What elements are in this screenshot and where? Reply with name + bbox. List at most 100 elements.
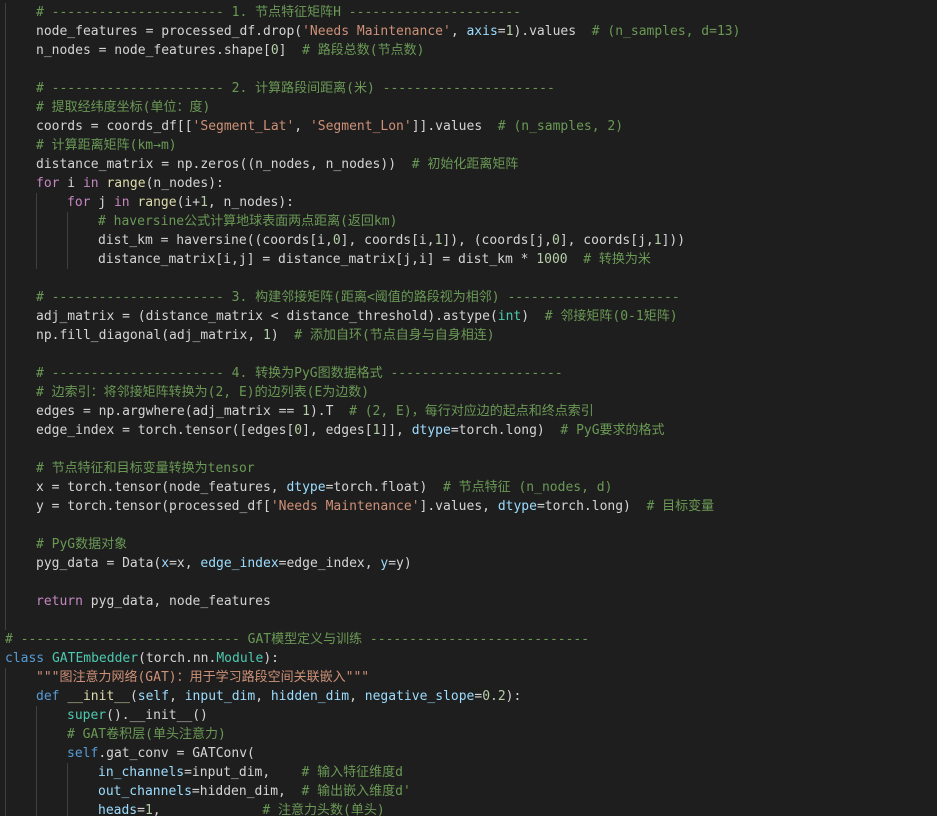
code-line[interactable]: edge_index = torch.tensor([edges[0], edg… bbox=[0, 421, 937, 440]
indent-guide bbox=[5, 725, 6, 744]
code-text: pyg_data = Data(x=x, edge_index=edge_ind… bbox=[36, 556, 412, 571]
indent-guide bbox=[67, 231, 68, 250]
code-line[interactable]: for j in range(i+1, n_nodes): bbox=[0, 193, 937, 212]
code-line[interactable]: in_channels=input_dim, # 输入特征维度d bbox=[0, 763, 937, 782]
code-token: pyg_data = Data( bbox=[36, 556, 162, 571]
code-line[interactable]: edges = np.argwhere(adj_matrix == 1).T #… bbox=[0, 402, 937, 421]
code-token: , bbox=[349, 689, 365, 704]
code-line[interactable]: def __init__(self, input_dim, hidden_dim… bbox=[0, 687, 937, 706]
code-line[interactable]: for i in range(n_nodes): bbox=[0, 174, 937, 193]
code-token: x = torch.tensor(node_features, bbox=[36, 480, 287, 495]
code-token: , bbox=[450, 24, 467, 39]
code-line[interactable]: out_channels=hidden_dim, # 输出嵌入维度d' bbox=[0, 782, 937, 801]
indent-guide bbox=[5, 231, 6, 250]
code-line[interactable]: """图注意力网络(GAT)：用于学习路段空间关联嵌入""" bbox=[0, 668, 937, 687]
indent-guide bbox=[5, 497, 6, 516]
code-token: = bbox=[474, 689, 483, 704]
code-token: 'Segment_Lon' bbox=[309, 119, 412, 134]
code-line[interactable] bbox=[0, 573, 937, 592]
code-line[interactable]: return pyg_data, node_features bbox=[0, 592, 937, 611]
code-line[interactable] bbox=[0, 516, 937, 535]
code-line[interactable]: coords = coords_df[['Segment_Lat', 'Segm… bbox=[0, 117, 937, 136]
indent-guide bbox=[5, 136, 6, 155]
code-line[interactable]: distance_matrix = np.zeros((n_nodes, n_n… bbox=[0, 155, 937, 174]
code-token: # 邻接矩阵(0-1矩阵) bbox=[544, 309, 678, 324]
code-line[interactable]: node_features = processed_df.drop('Needs… bbox=[0, 22, 937, 41]
code-line[interactable]: self.gat_conv = GATConv( bbox=[0, 744, 937, 763]
code-text: # GAT卷积层(单头注意力) bbox=[67, 727, 226, 742]
code-line[interactable]: adj_matrix = (distance_matrix < distance… bbox=[0, 307, 937, 326]
code-token: GATEmbedder bbox=[51, 651, 139, 666]
code-editor[interactable]: # ---------------------- 1. 节点特征矩阵H ----… bbox=[0, 0, 937, 816]
code-line[interactable]: # 节点特征和目标变量转换为tensor bbox=[0, 459, 937, 478]
code-line[interactable]: # ---------------------- 2. 计算路段间距离(米) -… bbox=[0, 79, 937, 98]
code-line[interactable]: y = torch.tensor(processed_df['Needs Mai… bbox=[0, 497, 937, 516]
code-line[interactable]: heads=1, # 注意力头数(单头) bbox=[0, 801, 937, 816]
code-token: heads bbox=[98, 803, 138, 816]
code-text: # PyG数据对象 bbox=[36, 537, 127, 552]
indent-guide bbox=[5, 60, 6, 79]
indent-guide bbox=[5, 668, 6, 687]
code-text: in_channels=input_dim, # 输入特征维度d bbox=[98, 765, 403, 780]
code-token: , n_nodes): bbox=[207, 195, 294, 210]
code-line[interactable]: class GATEmbedder(torch.nn.Module): bbox=[0, 649, 937, 668]
code-line[interactable] bbox=[0, 60, 937, 79]
code-token: distance_matrix[i,j] = distance_matrix[j… bbox=[98, 252, 537, 267]
code-line[interactable] bbox=[0, 611, 937, 630]
indent-guide bbox=[67, 250, 68, 269]
code-token: ).values bbox=[513, 24, 592, 39]
code-line[interactable]: # 计算距离矩阵(km→m) bbox=[0, 136, 937, 155]
indent-guide bbox=[36, 250, 37, 269]
code-line[interactable]: n_nodes = node_features.shape[0] # 路段总数(… bbox=[0, 41, 937, 60]
code-token: # 添加自环(节点自身与自身相连) bbox=[294, 328, 495, 343]
code-line[interactable] bbox=[0, 440, 937, 459]
code-token: # (n_samples, 2) bbox=[497, 119, 624, 134]
code-token: 0 bbox=[332, 233, 341, 248]
code-token: for bbox=[36, 176, 60, 191]
code-token: , bbox=[152, 803, 263, 816]
code-token: distance_matrix = np.zeros(( bbox=[36, 157, 256, 172]
code-token: =x, bbox=[169, 556, 201, 571]
code-token: ], edges[ bbox=[302, 423, 373, 438]
code-line[interactable]: super().__init__() bbox=[0, 706, 937, 725]
code-line[interactable] bbox=[0, 269, 937, 288]
indent-guide bbox=[5, 212, 6, 231]
code-token: j bbox=[90, 195, 114, 210]
code-token: negative_slope bbox=[364, 689, 475, 704]
indent-guide bbox=[5, 269, 6, 288]
code-token: dtype bbox=[286, 480, 326, 495]
indent-guide bbox=[67, 782, 68, 801]
code-token: 1 bbox=[200, 195, 208, 210]
code-line[interactable]: # 提取经纬度坐标(单位：度) bbox=[0, 98, 937, 117]
indent-guide bbox=[5, 79, 6, 98]
code-token: self bbox=[137, 689, 170, 704]
code-token: int bbox=[497, 309, 522, 324]
code-token: # 节点特征 (n_nodes, d) bbox=[443, 480, 613, 495]
code-line[interactable]: # PyG数据对象 bbox=[0, 535, 937, 554]
code-line[interactable]: # GAT卷积层(单头注意力) bbox=[0, 725, 937, 744]
code-line[interactable]: pyg_data = Data(x=x, edge_index=edge_ind… bbox=[0, 554, 937, 573]
indent-guide bbox=[36, 763, 37, 782]
code-token: pyg_data, node_features bbox=[82, 594, 271, 609]
indent-guide bbox=[36, 212, 37, 231]
code-token: coords[i, bbox=[262, 233, 333, 248]
code-line[interactable]: # ---------------------------- GAT模型定义与训… bbox=[0, 630, 937, 649]
code-line[interactable]: distance_matrix[i,j] = distance_matrix[j… bbox=[0, 250, 937, 269]
code-token: """图注意力网络(GAT)：用于学习路段空间关联嵌入""" bbox=[36, 670, 370, 685]
code-line[interactable]: # ---------------------- 4. 转换为PyG图数据格式 … bbox=[0, 364, 937, 383]
code-line[interactable]: # ---------------------- 1. 节点特征矩阵H ----… bbox=[0, 3, 937, 22]
code-token: hidden_dim bbox=[270, 689, 350, 704]
code-token: # 输入特征维度d bbox=[301, 765, 403, 780]
code-token: node_features = processed_df.drop( bbox=[36, 24, 303, 39]
code-line[interactable]: np.fill_diagonal(adj_matrix, 1) # 添加自环(节… bbox=[0, 326, 937, 345]
code-line[interactable]: # ---------------------- 3. 构建邻接矩阵(距离<阈值… bbox=[0, 288, 937, 307]
indent-guide bbox=[5, 687, 6, 706]
code-token: n_nodes = node_features.shape[ bbox=[36, 43, 271, 58]
code-line[interactable]: # haversine公式计算地球表面两点距离(返回km) bbox=[0, 212, 937, 231]
code-line[interactable]: x = torch.tensor(node_features, dtype=to… bbox=[0, 478, 937, 497]
code-line[interactable] bbox=[0, 345, 937, 364]
code-line[interactable]: dist_km = haversine((coords[i,0], coords… bbox=[0, 231, 937, 250]
code-line[interactable]: # 边索引：将邻接矩阵转换为(2, E)的边列表(E为边数) bbox=[0, 383, 937, 402]
code-token: for bbox=[67, 195, 91, 210]
code-token: ], coords[j, bbox=[559, 233, 654, 248]
